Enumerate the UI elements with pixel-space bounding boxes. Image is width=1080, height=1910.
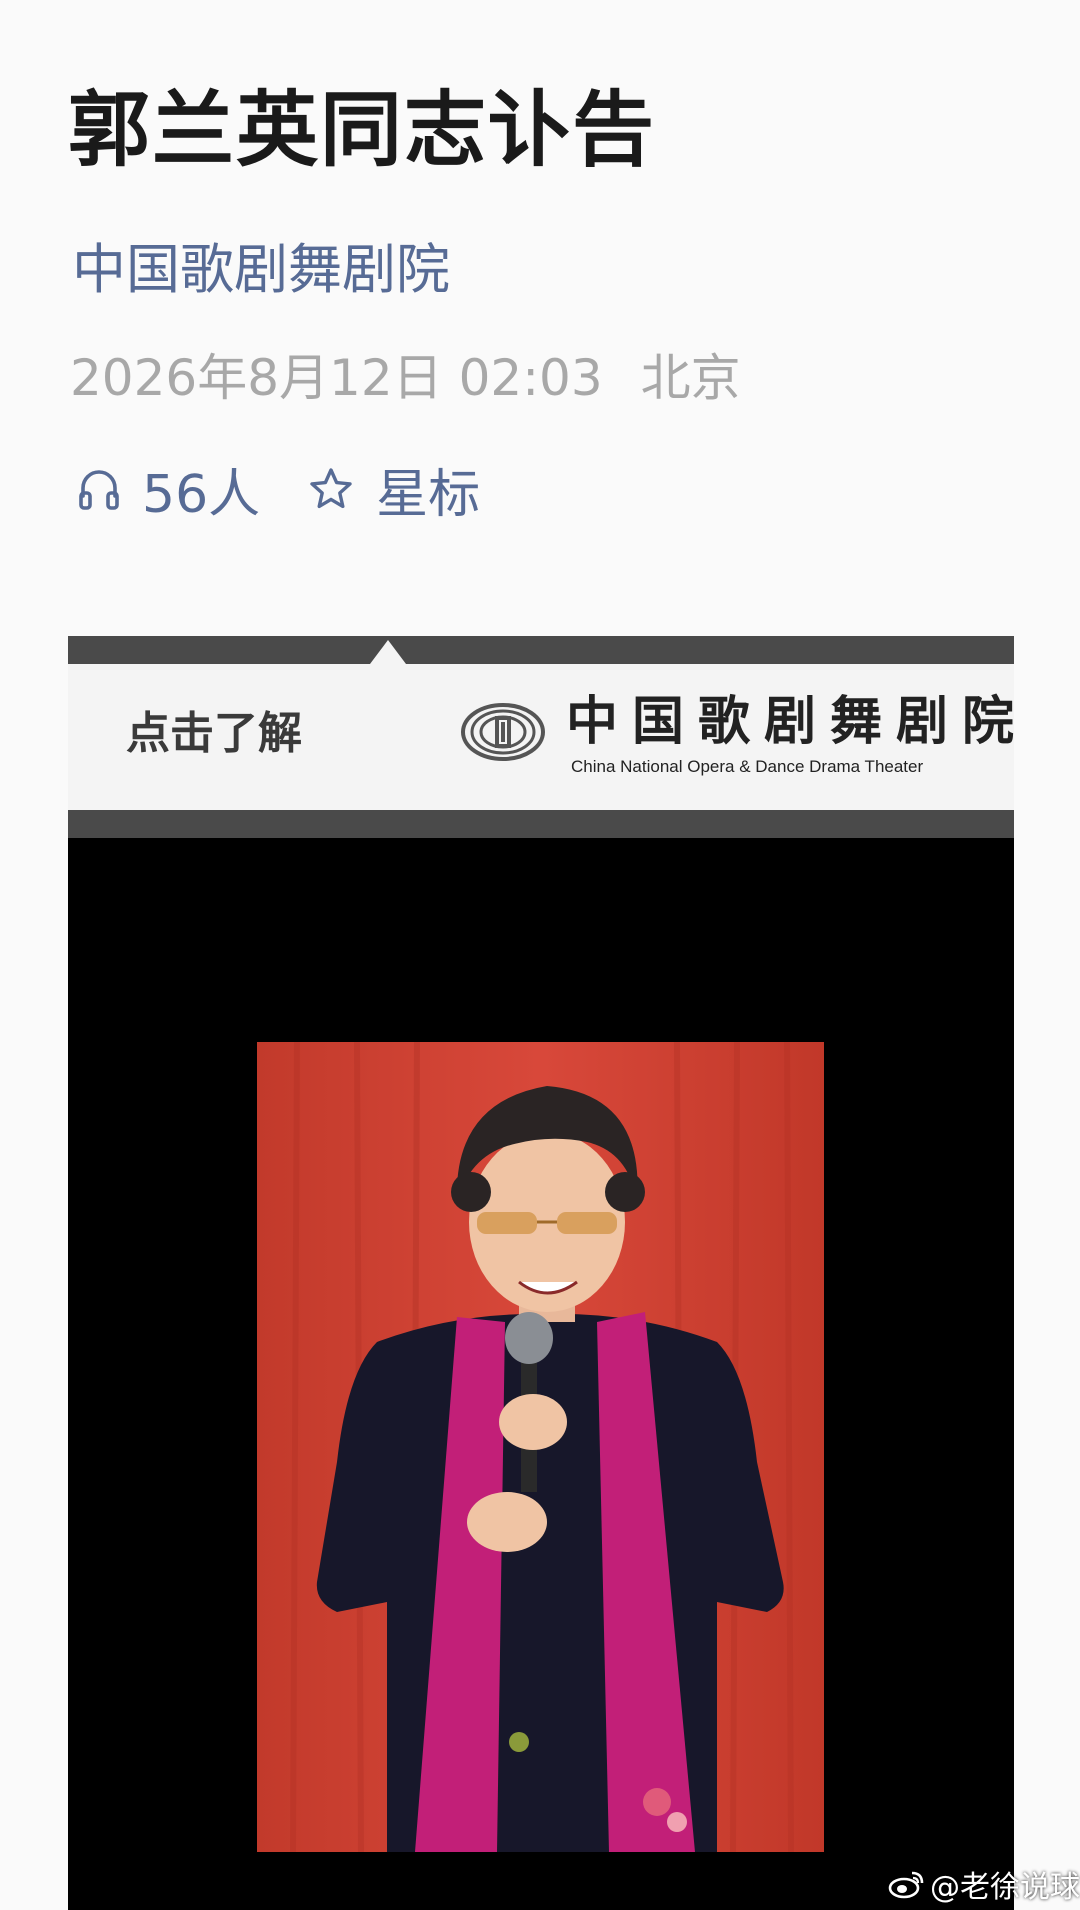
banner-top-bar xyxy=(68,636,1014,664)
weibo-watermark: @老徐说球 xyxy=(888,1866,1080,1905)
headphones-icon xyxy=(79,470,119,510)
portrait-photo xyxy=(257,1042,824,1852)
star-label: 星标 xyxy=(376,464,481,525)
theater-logo-icon xyxy=(460,702,546,766)
article-page: 郭兰英同志讣告 中国歌剧舞剧院 2026年8月12日 02:03 北京 56人 星… xyxy=(0,0,1080,1910)
listen-count: 56人 xyxy=(142,464,261,525)
banner-notch xyxy=(370,640,406,664)
star-button[interactable]: 星标 xyxy=(308,452,480,527)
article-cover-image[interactable]: 点击了解 中国歌剧舞剧院 China National Opera & Danc… xyxy=(68,636,1014,1910)
banner-bottom-bar xyxy=(68,810,1014,838)
banner-org-name-en: China National Opera & Dance Drama Theat… xyxy=(571,757,924,776)
banner-learn-more-button[interactable]: 点击了解 xyxy=(126,712,302,756)
publish-date: 2026年8月12日 02:03 xyxy=(70,349,603,407)
watermark-text: @老徐说球 xyxy=(930,1870,1080,1905)
star-outline-icon xyxy=(310,468,352,509)
publish-location: 北京 xyxy=(640,349,741,407)
account-name-link[interactable]: 中国歌剧舞剧院 xyxy=(72,238,450,303)
article-actions: 56人 星标 xyxy=(78,458,480,525)
banner-org-name-cn: 中国歌剧舞剧院 xyxy=(566,691,1014,752)
listen-button[interactable]: 56人 xyxy=(78,452,260,527)
article-title: 郭兰英同志讣告 xyxy=(68,83,657,178)
weibo-icon xyxy=(888,1871,924,1899)
publish-meta: 2026年8月12日 02:03 北京 xyxy=(70,348,741,408)
